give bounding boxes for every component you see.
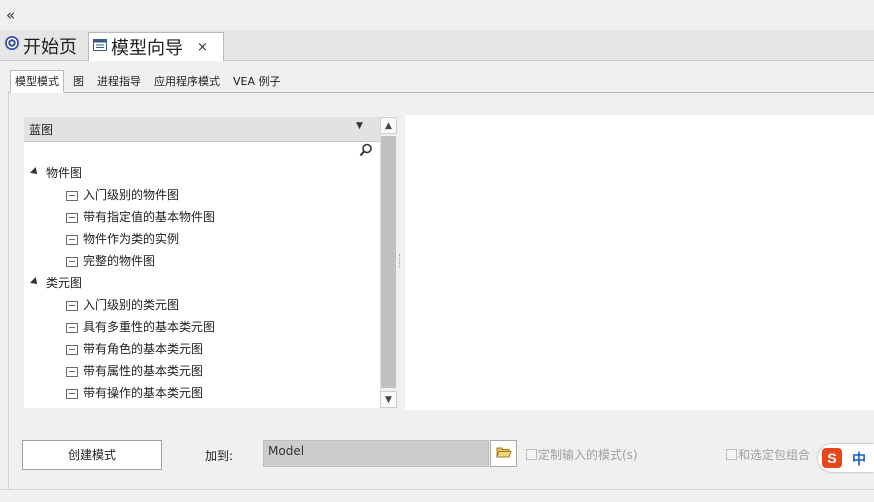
diagram-item-icon	[66, 389, 78, 399]
tree-item[interactable]: 入门级别的类元图	[83, 294, 179, 316]
add-to-field[interactable]: Model	[263, 440, 489, 467]
tree-item[interactable]: 带有角色的基本类元图	[83, 338, 203, 360]
custom-input-checkbox[interactable]	[526, 449, 537, 460]
technology-dropdown[interactable]: 蓝图 ▼	[24, 117, 380, 142]
tab-application-patterns[interactable]: 应用程序模式	[150, 72, 224, 92]
tab-vea-examples[interactable]: VEA 例子	[229, 72, 285, 92]
folder-icon	[495, 445, 512, 462]
merge-package-checkbox[interactable]	[726, 449, 737, 460]
divider	[0, 489, 874, 490]
close-icon[interactable]: ×	[197, 40, 208, 55]
ime-logo-icon[interactable]: S	[822, 448, 842, 468]
tree-item[interactable]: 带有指定值的基本物件图	[83, 206, 215, 228]
tab-model-patterns[interactable]: 模型模式	[10, 70, 64, 93]
top-bar	[0, 0, 874, 31]
dropdown-value: 蓝图	[29, 123, 54, 137]
tab-process-guidance[interactable]: 进程指导	[93, 72, 145, 92]
tree-item[interactable]: 完整的物件图	[83, 250, 155, 272]
add-to-label: 加到:	[205, 449, 234, 463]
document-tab-bar: 开始页 模型向导 ×	[0, 30, 874, 61]
tree-item[interactable]: 具有多重性的基本类元图	[83, 316, 215, 338]
merge-package-checkbox-label: 和选定包组合	[738, 448, 811, 462]
tree-item[interactable]: 入门级别的物件图	[83, 184, 179, 206]
tree-group-class-diagrams[interactable]: 类元图	[46, 272, 82, 294]
diagram-item-icon	[66, 235, 78, 245]
splitter-grip	[399, 254, 403, 268]
collapse-panel-icon[interactable]: «	[6, 6, 22, 24]
tab-model-wizard[interactable]: 模型向导 ×	[88, 32, 224, 61]
tab-start-page-label: 开始页	[23, 36, 77, 58]
diagram-item-icon	[66, 257, 78, 267]
chevron-down-icon[interactable]: ▼	[356, 121, 363, 131]
diagram-item-icon	[66, 345, 78, 355]
diagram-item-icon	[66, 213, 78, 223]
tab-diagram[interactable]: 图	[69, 72, 88, 92]
diagram-item-icon	[66, 367, 78, 377]
custom-input-checkbox-label: 定制输入的模式(s)	[538, 448, 638, 462]
scroll-down-arrow-icon[interactable]: ▼	[380, 391, 397, 408]
scrollbar-thumb[interactable]	[381, 136, 396, 388]
search-icon[interactable]	[359, 143, 373, 157]
wizard-tab-strip: 模型模式 图 进程指导 应用程序模式 VEA 例子	[8, 70, 874, 93]
pattern-preview-area	[405, 115, 874, 410]
diagram-item-icon	[66, 191, 78, 201]
tree-item[interactable]: 带有属性的基本类元图	[83, 360, 203, 382]
start-page-icon	[4, 35, 20, 56]
browse-folder-button[interactable]	[490, 440, 517, 467]
tab-model-wizard-label: 模型向导	[111, 38, 183, 59]
tree-item[interactable]: 物件作为类的实例	[83, 228, 179, 250]
tree-group-object-diagrams[interactable]: 物件图	[46, 162, 82, 184]
ime-mode-indicator[interactable]: 中	[852, 449, 866, 469]
tree-item[interactable]: 带有操作的基本类元图	[83, 382, 203, 404]
scroll-up-arrow-icon[interactable]: ▲	[380, 117, 397, 134]
tab-start-page[interactable]: 开始页	[4, 32, 77, 59]
wizard-icon	[92, 37, 108, 58]
diagram-item-icon	[66, 301, 78, 311]
create-pattern-button[interactable]: 创建模式	[22, 440, 162, 470]
diagram-item-icon	[66, 323, 78, 333]
